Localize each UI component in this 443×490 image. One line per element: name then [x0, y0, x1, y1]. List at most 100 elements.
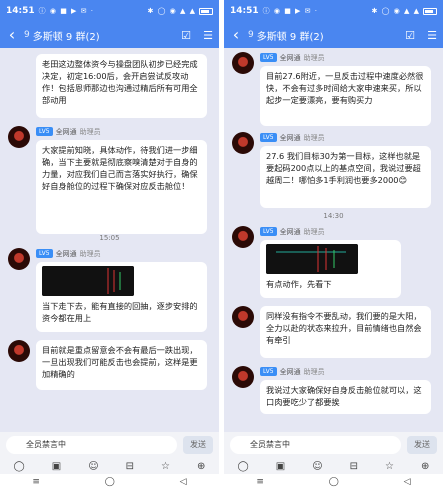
sender-role: 助理员 — [303, 367, 325, 376]
plus-icon[interactable]: ⊕ — [421, 461, 429, 472]
chart-screenshot-image[interactable] — [42, 266, 134, 296]
favorite-icon[interactable]: ☆ — [385, 461, 394, 472]
favorite-icon[interactable]: ☆ — [161, 461, 170, 472]
group-tag: 9 — [24, 30, 30, 40]
chart-screenshot-image[interactable] — [266, 244, 358, 274]
group-title: 多斯顿 9 群(2) — [256, 31, 324, 43]
back-arrow-icon[interactable]: ‹ — [0, 22, 24, 48]
sender-name[interactable]: 全网通 — [280, 53, 301, 63]
level-badge: LV5 — [260, 227, 277, 236]
message-item: LV5 全网通 助理员 当下走下去，能有直接的回抽，逐步安排的资今都在用上 — [8, 248, 213, 334]
level-badge: LV5 — [36, 127, 53, 136]
system-nav-bar: ≡ ◯ ◁ — [224, 474, 443, 490]
voice-icon[interactable]: ◯ — [238, 461, 249, 472]
avatar[interactable] — [232, 366, 254, 388]
avatar[interactable] — [8, 340, 30, 362]
back-icon[interactable]: ◁ — [180, 477, 187, 487]
message-item: LV5 全网通 助理员 我说过大家确保好自身反击舱位就可以，这口肉要吃少了都要挨 — [232, 366, 437, 414]
sender-role: 助理员 — [303, 227, 325, 236]
message-input[interactable]: 全员禁言中 — [6, 436, 177, 454]
group-tag: 9 — [248, 30, 254, 40]
message-feed[interactable]: 老田这边整体资今与操盘团队初步已经完成决定，初定16:00后，会开启尝试反攻动作… — [0, 48, 219, 432]
status-time: 14:51 — [230, 6, 259, 16]
group-title: 多斯顿 9 群(2) — [32, 31, 100, 43]
chat-header: ‹ 9 多斯顿 9 群(2) ☑ ☰ — [224, 22, 443, 48]
image-icon[interactable]: ▣ — [276, 461, 285, 472]
level-badge: LV5 — [36, 249, 53, 258]
message-bubble: 27.6 我们目标30为第一目标，这样也就是要起码200点以上的基点空间，我说过… — [260, 146, 431, 208]
sender-meta: LV5 全网通 助理员 — [260, 366, 325, 377]
send-button[interactable]: 发送 — [183, 436, 213, 454]
send-button[interactable]: 发送 — [407, 436, 437, 454]
time-separator: 14:30 — [323, 212, 344, 220]
message-bubble: 目前27.6附近，一旦反击过程中速度必然很快，不会有过多时间给大家申速来买，所以… — [260, 66, 431, 126]
message-bubble: 大家提前知晓，具体动作，待我们进一步细确，当下主要就是彻底察嗅清楚对于自身的力量… — [36, 140, 207, 234]
sender-meta: LV5 全网通 助理员 — [36, 248, 101, 259]
sender-meta: LV5 全网通 助理员 — [36, 126, 101, 137]
image-icon[interactable]: ▣ — [52, 461, 61, 472]
sender-name[interactable]: 全网通 — [280, 227, 301, 237]
message-item: LV5 全网通 助理员 27.6 我们目标30为第一目标，这样也就是要起码200… — [232, 132, 437, 210]
status-bar: 14:51 ⓘ ◉ ■ ▶ ✉ · ✱ ◯ ◉ ▲ ▲ — [0, 0, 219, 22]
avatar[interactable] — [232, 132, 254, 154]
time-separator: 15:05 — [99, 234, 120, 242]
back-icon[interactable]: ◁ — [404, 477, 411, 487]
back-arrow-icon[interactable]: ‹ — [224, 22, 248, 48]
sender-name[interactable]: 全网通 — [280, 367, 301, 377]
file-icon[interactable]: ⊟ — [350, 461, 358, 472]
plus-icon[interactable]: ⊕ — [197, 461, 205, 472]
checklist-icon[interactable]: ☑ — [175, 29, 197, 42]
sender-role: 助理员 — [303, 133, 325, 142]
message-item: LV5 全网通 助理员 有点动作，先看下 — [232, 226, 437, 302]
message-bubble: 我说过大家确保好自身反击舱位就可以，这口肉要吃少了都要挨 — [260, 380, 431, 414]
message-item: LV5 全网通 助理员 大家提前知晓，具体动作，待我们进一步细确，当下主要就是彻… — [8, 126, 213, 238]
message-item: LV5 全网通 助理员 目前27.6附近，一旦反击过程中速度必然很快，不会有过多… — [232, 52, 437, 128]
message-input[interactable]: 全员禁言中 — [230, 436, 401, 454]
avatar[interactable] — [232, 306, 254, 328]
recents-icon[interactable]: ≡ — [32, 477, 40, 487]
avatar[interactable] — [232, 52, 254, 74]
chat-header: ‹ 9 多斯顿 9 群(2) ☑ ☰ — [0, 22, 219, 48]
message-bubble: 老田这边整体资今与操盘团队初步已经完成决定，初定16:00后，会开启尝试反攻动作… — [36, 54, 207, 118]
toolbar-icons: ◯ ▣ ☺ ⊟ ☆ ⊕ — [224, 458, 443, 474]
level-badge: LV5 — [260, 53, 277, 62]
toolbar-icons: ◯ ▣ ☺ ⊟ ☆ ⊕ — [0, 458, 219, 474]
message-feed[interactable]: LV5 全网通 助理员 目前27.6附近，一旦反击过程中速度必然很快，不会有过多… — [224, 48, 443, 432]
home-icon[interactable]: ◯ — [329, 477, 339, 487]
emoji-icon[interactable]: ☺ — [312, 461, 322, 472]
system-icons: ✱ ◯ ◉ ▲ ▲ — [371, 7, 420, 15]
checklist-icon[interactable]: ☑ — [399, 29, 421, 42]
message-text: 有点动作，先看下 — [266, 279, 332, 289]
system-nav-bar: ≡ ◯ ◁ — [0, 474, 219, 490]
recents-icon[interactable]: ≡ — [256, 477, 264, 487]
input-bar: 全员禁言中 发送 — [224, 432, 443, 458]
sender-meta: LV5 全网通 助理员 — [260, 226, 325, 237]
message-text: 当下走下去，能有直接的回抽，逐步安排的资今都在用上 — [42, 301, 198, 323]
chat-screen-right: 14:51 ⓘ ◉ ■ ▶ ✉ · ✱ ◯ ◉ ▲ ▲ ‹ 9 多斯顿 9 群(… — [224, 0, 443, 490]
input-bar: 全员禁言中 发送 — [0, 432, 219, 458]
notification-icons: ⓘ ◉ ■ ▶ ✉ · — [262, 7, 318, 15]
menu-icon[interactable]: ☰ — [197, 29, 219, 42]
emoji-icon[interactable]: ☺ — [88, 461, 98, 472]
chat-screen-left: 14:51 ⓘ ◉ ■ ▶ ✉ · ✱ ◯ ◉ ▲ ▲ ‹ 9 多斯顿 9 群(… — [0, 0, 219, 490]
message-bubble: 当下走下去，能有直接的回抽，逐步安排的资今都在用上 — [36, 262, 207, 332]
avatar[interactable] — [232, 226, 254, 248]
avatar[interactable] — [8, 248, 30, 270]
avatar[interactable] — [8, 126, 30, 148]
home-icon[interactable]: ◯ — [105, 477, 115, 487]
sender-name[interactable]: 全网通 — [56, 249, 77, 259]
sender-role: 助理员 — [79, 127, 101, 136]
status-bar: 14:51 ⓘ ◉ ■ ▶ ✉ · ✱ ◯ ◉ ▲ ▲ — [224, 0, 443, 22]
file-icon[interactable]: ⊟ — [126, 461, 134, 472]
message-item: 同样没有指令不要乱动，我们要的是大阳，全力以赴的状态来拉升，目前情绪也自然会有牵… — [232, 306, 437, 362]
sender-meta: LV5 全网通 助理员 — [260, 132, 325, 143]
sender-name[interactable]: 全网通 — [280, 133, 301, 143]
sender-name[interactable]: 全网通 — [56, 127, 77, 137]
level-badge: LV5 — [260, 367, 277, 376]
level-badge: LV5 — [260, 133, 277, 142]
menu-icon[interactable]: ☰ — [421, 29, 443, 42]
sender-role: 助理员 — [303, 53, 325, 62]
sender-role: 助理员 — [79, 249, 101, 258]
voice-icon[interactable]: ◯ — [14, 461, 25, 472]
battery-icon — [423, 7, 437, 15]
